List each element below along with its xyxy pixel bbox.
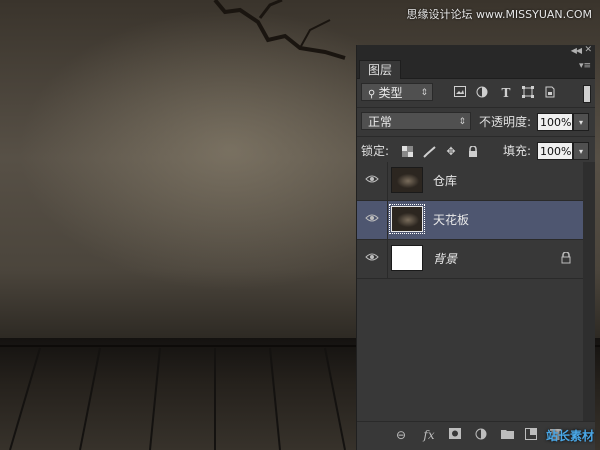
- group-folder-icon[interactable]: [499, 428, 515, 442]
- close-panel-icon[interactable]: ✕: [584, 45, 592, 55]
- opacity-input[interactable]: 100%: [537, 113, 573, 131]
- lock-image-pixels-brush-icon[interactable]: [423, 146, 436, 158]
- lock-label: 锁定:: [361, 144, 390, 158]
- filter-kind-label: 类型: [378, 86, 403, 100]
- layer-thumbnail: [391, 167, 423, 193]
- lock-transparent-pixels-icon[interactable]: [401, 146, 413, 158]
- layer-row-warehouse[interactable]: 仓库: [357, 162, 583, 201]
- eye-icon: [365, 175, 379, 183]
- layer-name[interactable]: 背景: [433, 250, 457, 267]
- layers-panel: ◀◀ ✕ 图层 ▾≡ ⚲ 类型 ⇕ T 正常 ⇕ 不透明度: 100% ▾ 锁定…: [356, 45, 595, 450]
- fill-label: 填充:: [503, 144, 532, 158]
- eye-icon: [365, 214, 379, 222]
- panel-menu-icon[interactable]: ▾≡: [579, 61, 591, 71]
- layers-scrollbar[interactable]: [583, 162, 595, 432]
- updown-arrow-icon: ⇕: [458, 117, 466, 127]
- lock-position-move-icon[interactable]: ✥: [445, 146, 457, 158]
- opacity-dropdown-arrow[interactable]: ▾: [573, 113, 589, 131]
- new-layer-icon[interactable]: [523, 428, 539, 443]
- layer-name[interactable]: 仓库: [433, 172, 457, 189]
- watermark-bottom: 站长素材: [545, 429, 594, 443]
- layer-thumbnail: [391, 245, 423, 271]
- blend-opacity-row: 正常 ⇕ 不透明度: 100% ▾: [357, 108, 595, 137]
- filter-type-icon[interactable]: T: [499, 86, 513, 100]
- filter-pixel-icon[interactable]: [453, 86, 467, 100]
- filter-shape-icon[interactable]: [521, 86, 535, 100]
- fill-input[interactable]: 100%: [537, 142, 573, 160]
- watermark-top: 思缘设计论坛 www.MISSYUAN.COM: [406, 8, 592, 21]
- layer-filter-row: ⚲ 类型 ⇕ T: [357, 79, 595, 108]
- fx-icon[interactable]: fx: [421, 428, 437, 442]
- filter-smartobject-icon[interactable]: [543, 86, 557, 100]
- blend-mode-dropdown[interactable]: 正常 ⇕: [361, 112, 471, 130]
- adjustment-icon[interactable]: [473, 428, 489, 443]
- filter-kind-dropdown[interactable]: ⚲ 类型 ⇕: [361, 83, 433, 101]
- visibility-toggle[interactable]: [357, 162, 388, 200]
- mask-icon[interactable]: [447, 428, 463, 442]
- fill-dropdown-arrow[interactable]: ▾: [573, 142, 589, 160]
- collapse-panel-icon[interactable]: ◀◀: [571, 46, 582, 55]
- layer-thumbnail: [389, 204, 425, 234]
- visibility-toggle[interactable]: [357, 240, 388, 278]
- lock-all-icon[interactable]: [467, 145, 479, 158]
- panel-titlebar[interactable]: ◀◀ ✕: [357, 45, 595, 58]
- search-icon: ⚲: [368, 89, 379, 100]
- opacity-label: 不透明度:: [479, 115, 532, 129]
- layers-list: 仓库 天花板 背景: [357, 162, 583, 279]
- layer-lock-icon: [561, 251, 571, 267]
- visibility-toggle[interactable]: [357, 201, 388, 239]
- blend-mode-label: 正常: [368, 115, 393, 129]
- filter-adjustment-icon[interactable]: [475, 86, 489, 100]
- tab-layers[interactable]: 图层: [359, 60, 402, 79]
- panel-tabbar: 图层 ▾≡: [357, 58, 595, 79]
- eye-icon: [365, 253, 379, 261]
- updown-arrow-icon: ⇕: [420, 88, 428, 98]
- layer-row-ceiling[interactable]: 天花板: [357, 201, 583, 240]
- link-icon[interactable]: ⊖: [393, 428, 409, 442]
- layer-name[interactable]: 天花板: [433, 211, 469, 228]
- filter-toggle-switch[interactable]: [583, 85, 591, 103]
- layer-row-background[interactable]: 背景: [357, 240, 583, 279]
